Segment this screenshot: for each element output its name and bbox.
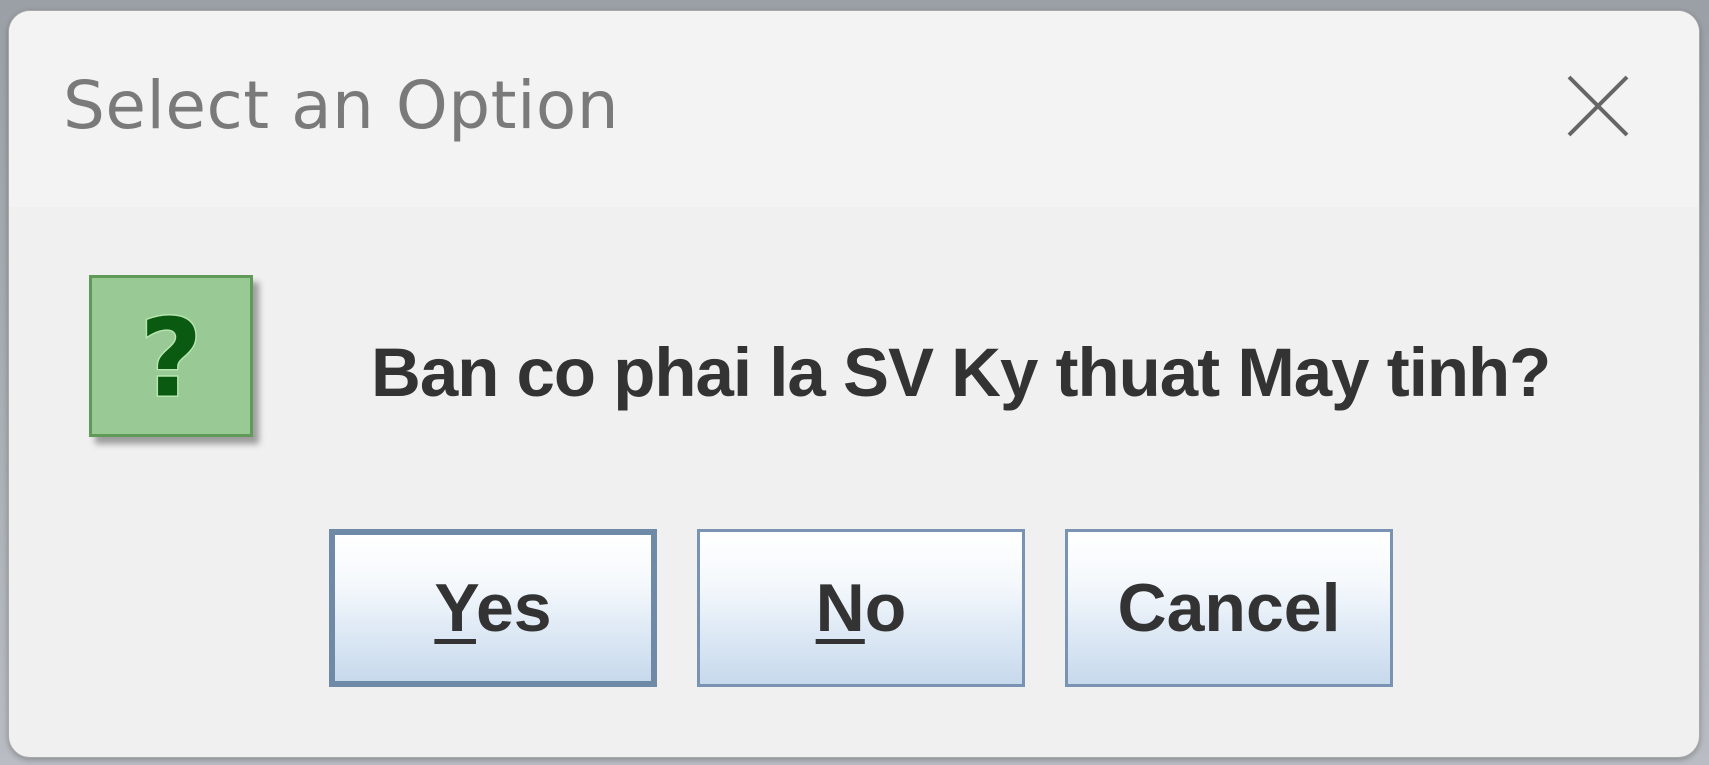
question-icon: ?: [89, 275, 253, 437]
option-dialog: Select an Option ? Ban co phai la SV Ky …: [8, 10, 1700, 758]
dialog-message: Ban co phai la SV Ky thuat May tinh?: [371, 334, 1551, 411]
dialog-title: Select an Option: [63, 67, 620, 144]
close-icon: [1567, 75, 1629, 137]
close-button[interactable]: [1555, 63, 1641, 149]
svg-text:?: ?: [140, 296, 203, 421]
yes-mnemonic: Y: [434, 570, 476, 646]
no-label: o: [864, 570, 907, 646]
yes-label: es: [475, 570, 552, 646]
cancel-label: Cancel: [1117, 570, 1341, 646]
no-mnemonic: N: [815, 570, 865, 646]
no-button[interactable]: No: [697, 529, 1025, 687]
cancel-button[interactable]: Cancel: [1065, 529, 1393, 687]
yes-button[interactable]: Yes: [329, 529, 657, 687]
dialog-titlebar: Select an Option: [9, 11, 1699, 207]
